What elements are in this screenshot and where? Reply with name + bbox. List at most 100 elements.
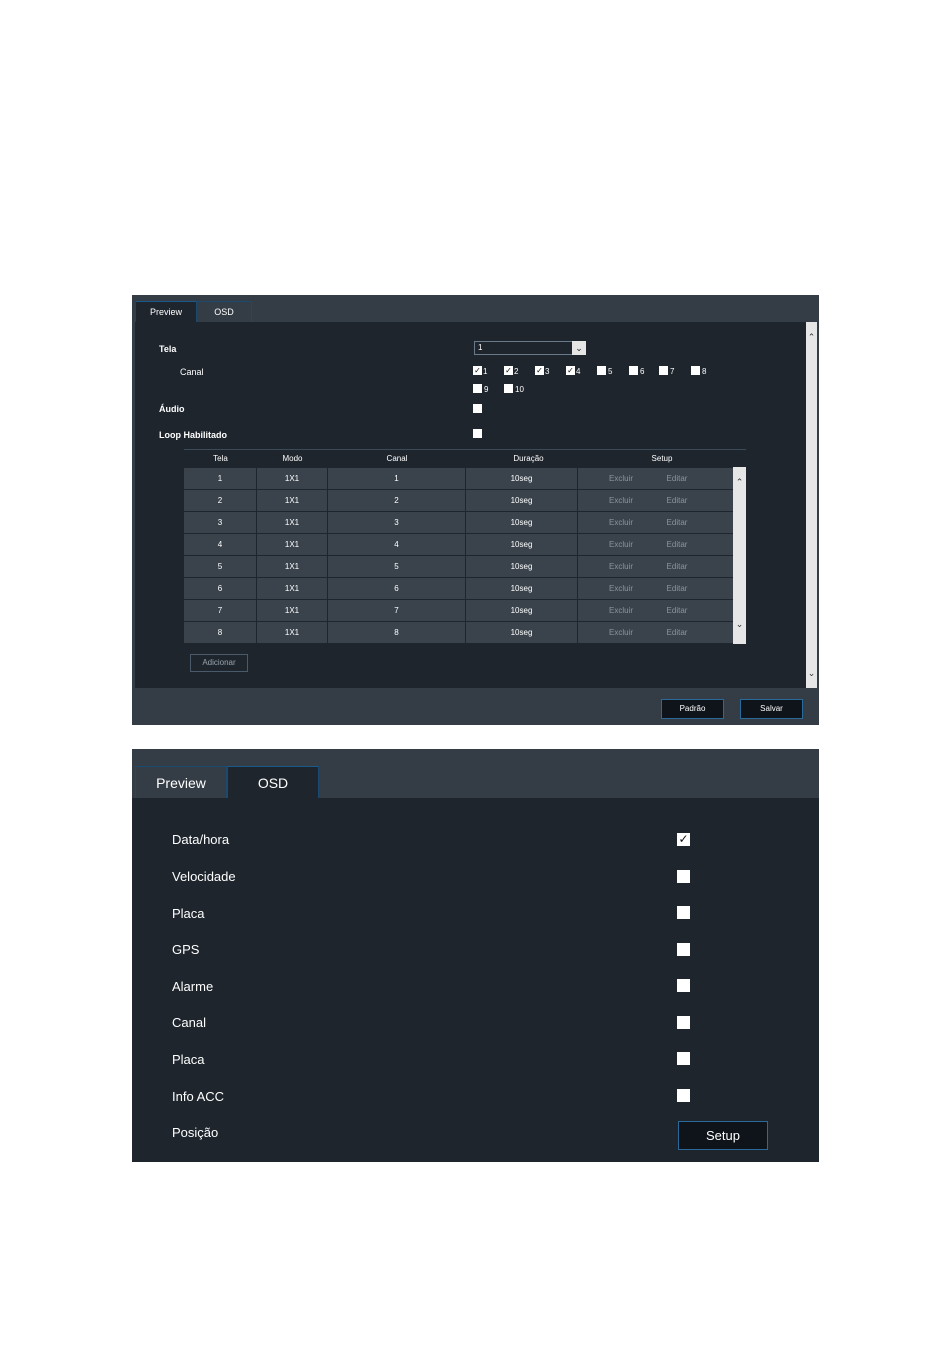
cell-tela: 1 (184, 468, 257, 489)
osd-datetime-checkbox[interactable]: ✓ (677, 833, 690, 846)
cell-duracao: 10seg (466, 512, 578, 533)
editar-link[interactable]: Editar (651, 512, 703, 533)
cell-duracao: 10seg (466, 600, 578, 621)
osd-plate-label: Placa (172, 906, 205, 921)
excluir-link[interactable]: Excluir (591, 534, 651, 555)
audio-label: Áudio (159, 404, 185, 414)
default-button[interactable]: Padrão (661, 699, 724, 719)
cell-canal: 3 (328, 512, 466, 533)
tab-osd[interactable]: OSD (196, 301, 252, 322)
tab-preview[interactable]: Preview (135, 766, 227, 798)
osd-plate-checkbox[interactable] (677, 906, 690, 919)
cell-modo: 1X1 (257, 468, 328, 489)
cell-modo: 1X1 (257, 622, 328, 643)
excluir-link[interactable]: Excluir (591, 578, 651, 599)
osd-settings-panel: Preview OSD Data/hora ✓ Velocidade Placa… (132, 749, 819, 1162)
cell-canal: 2 (328, 490, 466, 511)
excluir-link[interactable]: Excluir (591, 490, 651, 511)
channel-10-checkbox[interactable] (504, 384, 513, 393)
osd-speed-checkbox[interactable] (677, 870, 690, 883)
osd-acc-checkbox[interactable] (677, 1089, 690, 1102)
chevron-down-icon[interactable]: ⌄ (733, 617, 746, 631)
cell-canal: 1 (328, 468, 466, 489)
table-row: 5 1X1 5 10seg Excluir Editar (184, 555, 733, 577)
cell-duracao: 10seg (466, 534, 578, 555)
channel-5-checkbox[interactable] (597, 366, 606, 375)
excluir-link[interactable]: Excluir (591, 468, 651, 489)
tela-select[interactable]: 1 ⌄ (474, 341, 586, 355)
channel-2-label: 2 (514, 367, 519, 376)
table-row: 7 1X1 7 10seg Excluir Editar (184, 599, 733, 621)
cell-duracao: 10seg (466, 468, 578, 489)
editar-link[interactable]: Editar (651, 468, 703, 489)
chevron-down-icon[interactable]: ⌄ (572, 341, 586, 355)
editar-link[interactable]: Editar (651, 534, 703, 555)
cell-modo: 1X1 (257, 534, 328, 555)
channel-9-checkbox[interactable] (473, 384, 482, 393)
preview-content: Tela 1 ⌄ Canal ✓ 1 ✓ 2 ✓ 3 ✓ 4 5 6 7 8 9… (135, 322, 806, 688)
audio-checkbox[interactable] (473, 404, 482, 413)
cell-canal: 7 (328, 600, 466, 621)
cell-tela: 2 (184, 490, 257, 511)
osd-speed-label: Velocidade (172, 869, 236, 884)
channel-7-label: 7 (670, 367, 675, 376)
table-scrollbar[interactable]: ⌃ ⌄ (733, 467, 746, 644)
cell-modo: 1X1 (257, 578, 328, 599)
loop-checkbox[interactable] (473, 429, 482, 438)
header-setup: Setup (651, 454, 673, 463)
save-button[interactable]: Salvar (740, 699, 803, 719)
cell-canal: 8 (328, 622, 466, 643)
preview-settings-panel: Preview OSD Tela 1 ⌄ Canal ✓ 1 ✓ 2 ✓ 3 ✓… (132, 295, 819, 725)
excluir-link[interactable]: Excluir (591, 600, 651, 621)
osd-channel-label: Canal (172, 1015, 206, 1030)
header-tela: Tela (213, 454, 228, 463)
channel-1-checkbox[interactable]: ✓ (473, 366, 482, 375)
channel-5-label: 5 (608, 367, 613, 376)
preview-tab-bar: Preview OSD (132, 295, 819, 322)
osd-tab-bar: Preview OSD (132, 749, 819, 798)
editar-link[interactable]: Editar (651, 490, 703, 511)
editar-link[interactable]: Editar (651, 578, 703, 599)
cell-tela: 6 (184, 578, 257, 599)
tela-label: Tela (159, 344, 177, 354)
tab-osd[interactable]: OSD (227, 766, 319, 798)
chevron-down-icon[interactable]: ⌄ (806, 666, 817, 680)
canal-label: Canal (180, 367, 204, 377)
chevron-up-icon[interactable]: ⌃ (806, 330, 817, 344)
excluir-link[interactable]: Excluir (591, 556, 651, 577)
setup-button[interactable]: Setup (678, 1121, 768, 1150)
channel-4-label: 4 (576, 367, 581, 376)
channel-2-checkbox[interactable]: ✓ (504, 366, 513, 375)
tela-select-value: 1 (478, 343, 483, 352)
table-row: 4 1X1 4 10seg Excluir Editar (184, 533, 733, 555)
channel-3-checkbox[interactable]: ✓ (535, 366, 544, 375)
loop-label: Loop Habilitado (159, 430, 227, 440)
panel-scrollbar[interactable]: ⌃ ⌄ (806, 322, 817, 688)
add-button[interactable]: Adicionar (190, 654, 248, 672)
cell-duracao: 10seg (466, 556, 578, 577)
sequence-table: Tela Modo Canal Duração Setup 1 1X1 1 10… (184, 449, 746, 647)
tab-preview[interactable]: Preview (136, 301, 196, 322)
cell-tela: 4 (184, 534, 257, 555)
channel-8-label: 8 (702, 367, 707, 376)
editar-link[interactable]: Editar (651, 622, 703, 643)
channel-8-checkbox[interactable] (691, 366, 700, 375)
cell-canal: 5 (328, 556, 466, 577)
channel-6-checkbox[interactable] (629, 366, 638, 375)
chevron-up-icon[interactable]: ⌃ (733, 475, 746, 489)
editar-link[interactable]: Editar (651, 600, 703, 621)
channel-7-checkbox[interactable] (659, 366, 668, 375)
excluir-link[interactable]: Excluir (591, 622, 651, 643)
channel-4-checkbox[interactable]: ✓ (566, 366, 575, 375)
excluir-link[interactable]: Excluir (591, 512, 651, 533)
channel-10-label: 10 (515, 385, 524, 394)
cell-tela: 8 (184, 622, 257, 643)
osd-gps-checkbox[interactable] (677, 943, 690, 956)
osd-plate2-label: Placa (172, 1052, 205, 1067)
editar-link[interactable]: Editar (651, 556, 703, 577)
cell-tela: 7 (184, 600, 257, 621)
cell-canal: 6 (328, 578, 466, 599)
osd-plate2-checkbox[interactable] (677, 1052, 690, 1065)
osd-alarm-checkbox[interactable] (677, 979, 690, 992)
osd-channel-checkbox[interactable] (677, 1016, 690, 1029)
